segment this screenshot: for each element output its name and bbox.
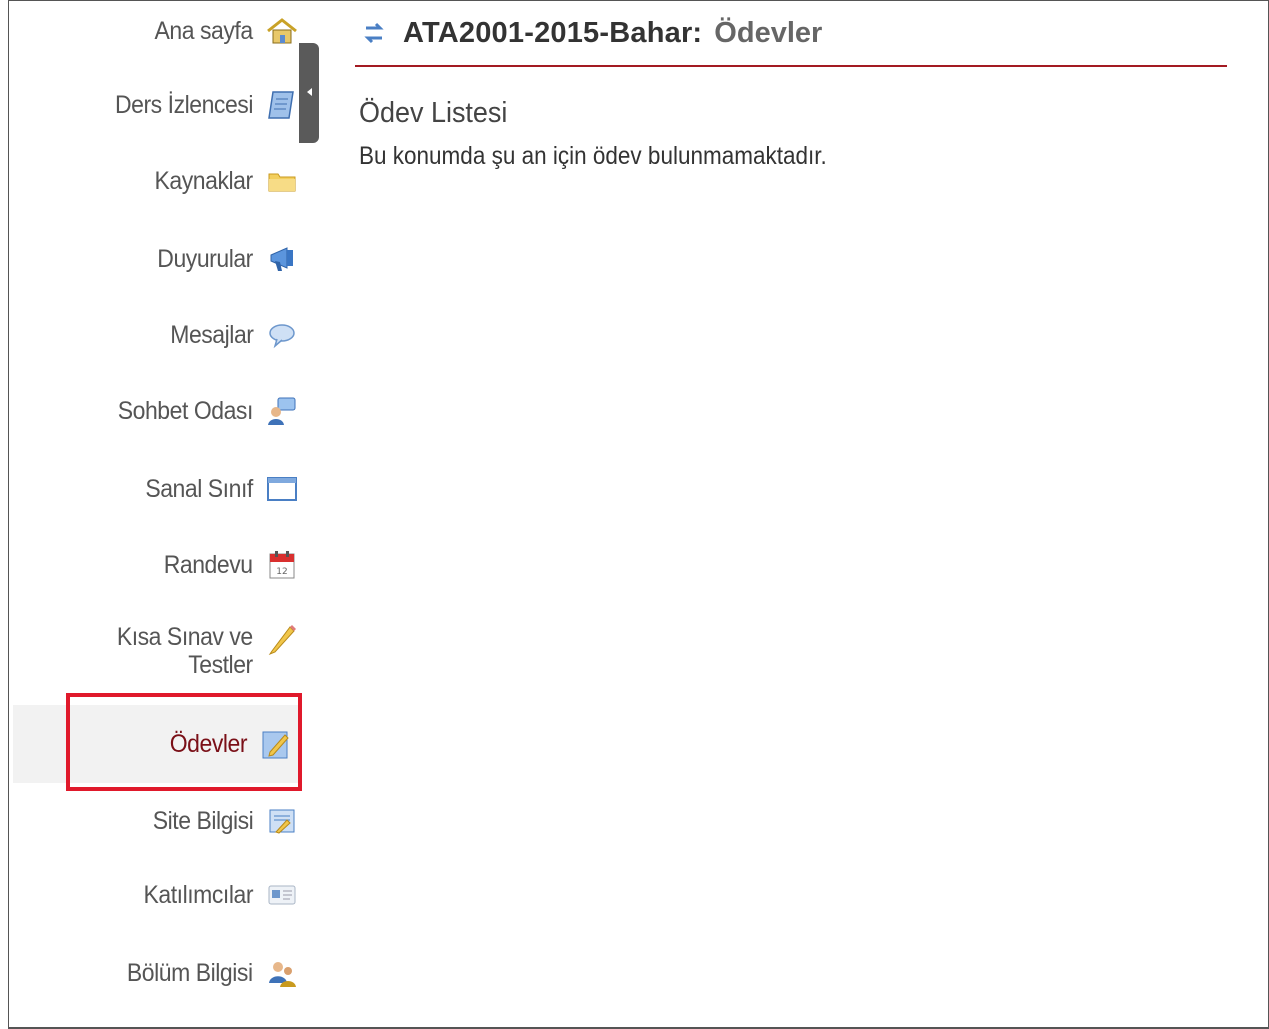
id-card-icon bbox=[265, 878, 299, 912]
tool-title: Ödevler bbox=[714, 16, 823, 49]
sidebar-item-label: Ödevler bbox=[169, 730, 248, 758]
site-switch-icon[interactable] bbox=[359, 18, 389, 48]
collapse-arrow-icon bbox=[306, 88, 312, 96]
svg-text:12: 12 bbox=[276, 567, 287, 577]
sidebar-item-label: Sohbet Odası bbox=[117, 397, 254, 425]
sidebar-item-label: Sanal Sınıf bbox=[145, 475, 254, 503]
sidebar-item-label: Kısa Sınav ve Testler bbox=[117, 623, 253, 679]
sidebar-item-label: Ders İzlencesi bbox=[115, 91, 253, 119]
assignment-icon bbox=[259, 727, 293, 761]
sidebar-item-label: Duyurular bbox=[157, 245, 253, 273]
sidebar-item-syllabus[interactable]: Ders İzlencesi bbox=[9, 83, 299, 127]
site-info-icon bbox=[265, 804, 299, 838]
sidebar-item-appointment[interactable]: Randevu 12 bbox=[9, 543, 299, 587]
window-icon bbox=[265, 472, 299, 506]
announcement-icon bbox=[265, 242, 299, 276]
section-info-icon bbox=[265, 956, 299, 990]
page-header: ATA2001-2015-Bahar: Ödevler bbox=[355, 1, 1227, 67]
sidebar-item-home[interactable]: Ana sayfa bbox=[9, 9, 299, 53]
home-icon bbox=[265, 14, 299, 48]
sidebar-item-label: Bölüm Bilgisi bbox=[127, 959, 253, 987]
section-title: Ödev Listesi bbox=[359, 97, 508, 129]
sidebar-item-resources[interactable]: Kaynaklar bbox=[9, 159, 299, 203]
sidebar-item-participants[interactable]: Katılımcılar bbox=[9, 873, 299, 917]
pencil-icon bbox=[265, 621, 299, 655]
calendar-icon: 12 bbox=[265, 548, 299, 582]
sidebar-item-label: Kaynaklar bbox=[154, 167, 254, 195]
sidebar-item-virtual-class[interactable]: Sanal Sınıf bbox=[9, 467, 299, 511]
chat-room-icon bbox=[265, 394, 299, 428]
sidebar-item-label: Site Bilgisi bbox=[152, 807, 253, 835]
empty-state-message: Bu konumda şu an için ödev bulunmamaktad… bbox=[359, 142, 827, 170]
tool-sidebar: Ana sayfa Ders İzlencesi Kaynaklar Duyur… bbox=[9, 1, 309, 1021]
message-bubble-icon bbox=[265, 318, 299, 352]
sidebar-item-assignments[interactable]: Ödevler bbox=[13, 705, 299, 783]
sidebar-item-quizzes[interactable]: Kısa Sınav ve Testler bbox=[9, 615, 299, 687]
sidebar-collapse-handle[interactable] bbox=[299, 43, 319, 143]
folder-icon bbox=[265, 164, 299, 198]
site-title: ATA2001-2015-Bahar: bbox=[403, 16, 703, 49]
sidebar-item-site-info[interactable]: Site Bilgisi bbox=[9, 799, 299, 843]
sidebar-item-messages[interactable]: Mesajlar bbox=[9, 313, 299, 357]
syllabus-icon bbox=[265, 88, 299, 122]
main-content: ATA2001-2015-Bahar: Ödevler Ödev Listesi… bbox=[355, 1, 1227, 171]
sidebar-item-announcements[interactable]: Duyurular bbox=[9, 237, 299, 281]
sidebar-item-label: Randevu bbox=[164, 551, 253, 579]
sidebar-item-label: Katılımcılar bbox=[143, 881, 253, 909]
page-frame: Ana sayfa Ders İzlencesi Kaynaklar Duyur… bbox=[8, 0, 1269, 1029]
sidebar-item-chat-room[interactable]: Sohbet Odası bbox=[9, 389, 299, 433]
sidebar-item-label: Ana sayfa bbox=[154, 17, 254, 45]
sidebar-item-label: Mesajlar bbox=[169, 321, 254, 349]
sidebar-item-section-info[interactable]: Bölüm Bilgisi bbox=[9, 951, 299, 995]
